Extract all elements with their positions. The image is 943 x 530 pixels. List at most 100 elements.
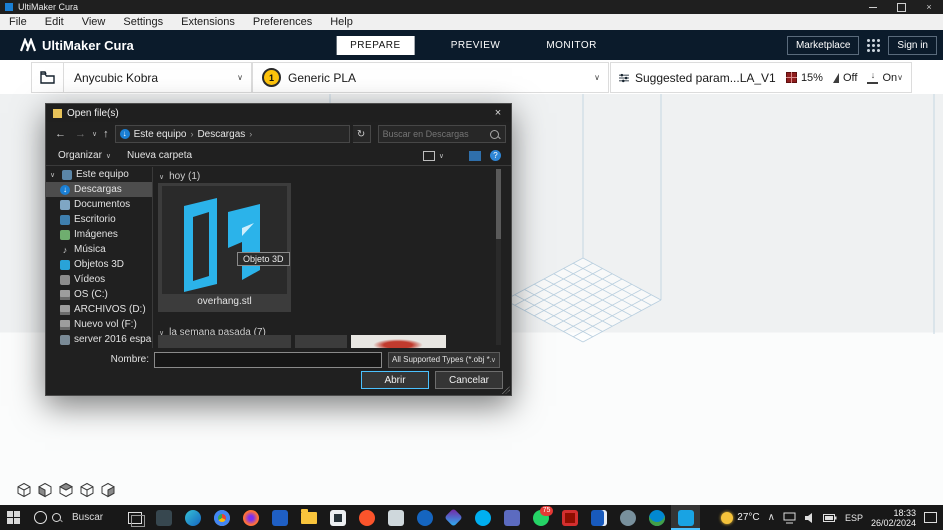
blue-circle-app-button[interactable]	[410, 505, 439, 530]
material-selector[interactable]: 1 Generic PLA ∨	[252, 62, 609, 93]
resize-grip[interactable]	[502, 386, 510, 394]
cancel-button[interactable]: Cancelar	[435, 371, 503, 389]
maximize-button[interactable]	[887, 0, 915, 14]
language-indicator[interactable]: ESP	[845, 513, 863, 523]
dialog-close-button[interactable]: ×	[485, 104, 511, 122]
group-header-today[interactable]: ∨ hoy (1)	[159, 171, 503, 182]
refresh-button[interactable]: ↻	[352, 125, 371, 143]
breadcrumb-root[interactable]: Este equipo	[134, 129, 187, 140]
sidebar-item-3d-objects[interactable]: Objetos 3D	[46, 257, 152, 272]
new-folder-button[interactable]: Nueva carpeta	[127, 150, 192, 161]
dialog-title: Open file(s)	[67, 107, 119, 119]
purple-app-button[interactable]	[497, 505, 526, 530]
breadcrumb-folder[interactable]: Descargas	[197, 129, 245, 140]
dialog-search-input[interactable]	[378, 129, 490, 139]
menu-file[interactable]: File	[0, 14, 36, 30]
sidebar-item-desktop[interactable]: Escritorio	[46, 212, 152, 227]
whatsapp-button[interactable]: 75	[526, 505, 555, 530]
view-mode-button[interactable]: ∨	[423, 151, 444, 161]
chrome-app-button[interactable]	[207, 505, 236, 530]
menu-help[interactable]: Help	[321, 14, 362, 30]
sidebar-item-downloads[interactable]: ↓ Descargas	[46, 182, 152, 197]
sidebar-item-os-c[interactable]: OS (C:)	[46, 287, 152, 302]
battery-icon[interactable]	[822, 513, 837, 523]
paint3d-app-button[interactable]	[439, 505, 468, 530]
view-left-icon[interactable]	[79, 482, 95, 498]
file-item-partial[interactable]	[158, 335, 291, 348]
close-button[interactable]: ×	[915, 0, 943, 14]
apps-grid-icon[interactable]	[867, 38, 881, 52]
firefox-app-button[interactable]	[236, 505, 265, 530]
view-3d-icon[interactable]	[16, 482, 32, 498]
cura-app-button[interactable]	[671, 505, 700, 530]
sidebar-label: Escritorio	[74, 214, 116, 225]
file-type-select[interactable]: All Supported Types (*.obj *.stl ∨	[388, 351, 500, 368]
arrow-app-button[interactable]	[642, 505, 671, 530]
forward-button[interactable]: →	[72, 128, 89, 140]
network-icon[interactable]	[783, 512, 796, 524]
sidebar-item-music[interactable]: ♪ Música	[46, 242, 152, 257]
menu-preferences[interactable]: Preferences	[244, 14, 321, 30]
gray-app-button[interactable]	[613, 505, 642, 530]
file-item-partial[interactable]	[295, 335, 347, 348]
taskbar-clock[interactable]: 18:33 26/02/2024	[871, 508, 916, 528]
marketplace-button[interactable]: Marketplace	[786, 35, 860, 55]
organize-button[interactable]: Organizar ∨	[58, 150, 111, 161]
menu-view[interactable]: View	[73, 14, 115, 30]
file-explorer-button[interactable]	[294, 505, 323, 530]
open-button[interactable]: Abrir	[361, 371, 429, 389]
acrobat-app-button[interactable]	[555, 505, 584, 530]
sidebar-item-nuevo-vol-f[interactable]: Nuevo vol (F:)	[46, 317, 152, 332]
view-front-icon[interactable]	[37, 482, 53, 498]
file-item-overhang[interactable]: overhang.stl	[158, 183, 291, 312]
skype-app-button[interactable]	[468, 505, 497, 530]
tab-preview[interactable]: PREVIEW	[441, 36, 511, 55]
view-right-icon[interactable]	[100, 482, 116, 498]
dialog-search-box[interactable]	[377, 125, 506, 143]
file-item-partial[interactable]	[351, 335, 446, 348]
store-app-button[interactable]	[323, 505, 352, 530]
back-button[interactable]: ←	[52, 128, 69, 140]
sidebar-item-archivos-d[interactable]: ARCHIVOS (D:)	[46, 302, 152, 317]
weather-widget[interactable]: 27°C	[721, 511, 760, 524]
breadcrumb[interactable]: ↓ Este equipo › Descargas ›	[114, 125, 350, 143]
stl-preview-image	[184, 198, 260, 292]
word-app-button[interactable]	[584, 505, 613, 530]
minimize-button[interactable]	[859, 0, 887, 14]
volume-icon[interactable]	[804, 512, 815, 524]
blue-app-button[interactable]	[265, 505, 294, 530]
taskbar-search[interactable]: Buscar	[26, 505, 120, 530]
print-settings-selector[interactable]: Suggested param...LA_V1.0 - 0.2mm 15% Of…	[610, 62, 912, 93]
task-view-button[interactable]	[120, 505, 149, 530]
file-name-input[interactable]	[154, 351, 382, 368]
help-icon[interactable]: ?	[490, 150, 501, 161]
folder-open-icon[interactable]	[40, 71, 55, 84]
sidebar-item-documents[interactable]: Documentos	[46, 197, 152, 212]
calculator-app-button[interactable]	[381, 505, 410, 530]
action-center-icon[interactable]	[924, 512, 937, 523]
sidebar-label: Este equipo	[76, 169, 129, 180]
tab-prepare[interactable]: PREPARE	[336, 35, 415, 55]
file-list-scrollbar-thumb[interactable]	[496, 169, 501, 239]
printer-selector[interactable]: Anycubic Kobra ∨	[31, 62, 252, 93]
signin-button[interactable]: Sign in	[888, 35, 937, 55]
sidebar-item-this-pc[interactable]: ∨ Este equipo	[46, 167, 152, 182]
menu-settings[interactable]: Settings	[114, 14, 172, 30]
menu-edit[interactable]: Edit	[36, 14, 73, 30]
tab-monitor[interactable]: MONITOR	[536, 36, 607, 55]
orange-app-button[interactable]	[352, 505, 381, 530]
menu-extensions[interactable]: Extensions	[172, 14, 244, 30]
mail-app-button[interactable]	[149, 505, 178, 530]
sidebar-item-videos[interactable]: Vídeos	[46, 272, 152, 287]
edge-app-button[interactable]	[178, 505, 207, 530]
history-chevron-icon[interactable]: ∨	[92, 130, 97, 138]
start-button[interactable]	[0, 505, 26, 530]
sidebar-item-server[interactable]: server 2016 espa	[46, 332, 152, 347]
hidden-icons-chevron[interactable]: ∧	[768, 512, 775, 523]
dialog-titlebar[interactable]: Open file(s) ×	[46, 104, 511, 122]
preview-pane-icon[interactable]	[469, 150, 481, 161]
view-top-icon[interactable]	[58, 482, 74, 498]
up-button[interactable]: ↑	[100, 128, 112, 140]
expander-icon[interactable]: ∨	[50, 171, 58, 179]
sidebar-item-pictures[interactable]: Imágenes	[46, 227, 152, 242]
